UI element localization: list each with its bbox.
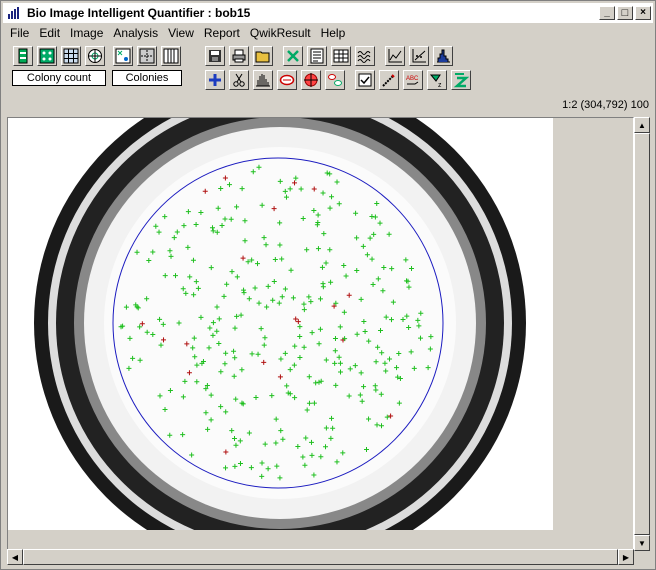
- menu-file[interactable]: File: [5, 26, 34, 40]
- scroll-right-icon: ▶: [622, 552, 630, 562]
- scatter-chart-button[interactable]: [409, 46, 429, 66]
- histogram-icon: [437, 49, 450, 63]
- group-icon: [328, 74, 342, 86]
- sort-down-button[interactable]: z: [427, 70, 447, 90]
- pen-button[interactable]: [379, 70, 399, 90]
- scroll-up-button[interactable]: ▲: [634, 117, 650, 133]
- app-window: Bio Image Intelligent Quantifier : bob15…: [0, 0, 656, 570]
- line-chart-icon: [388, 49, 402, 63]
- ellipse-icon: [279, 74, 295, 86]
- print-button[interactable]: [229, 46, 249, 66]
- menu-view[interactable]: View: [163, 26, 199, 40]
- center-button[interactable]: [301, 70, 321, 90]
- group-button[interactable]: [325, 70, 345, 90]
- menu-edit[interactable]: Edit: [34, 26, 65, 40]
- plate-icon: [18, 48, 28, 64]
- menu-bar: File Edit Image Analysis View Report Qwi…: [5, 24, 350, 42]
- scatter-chart-icon: [412, 49, 426, 63]
- check-button[interactable]: [355, 70, 375, 90]
- close-icon: ×: [640, 7, 646, 18]
- plate-image[interactable]: [8, 118, 553, 550]
- delete-cross-icon: [287, 50, 299, 62]
- checkbox-icon: [358, 73, 372, 87]
- open-button[interactable]: [253, 46, 273, 66]
- text-tool-button[interactable]: ABC: [403, 70, 423, 90]
- horizontal-scrollbar[interactable]: ◀ ▶: [7, 549, 634, 565]
- tool-grid-button[interactable]: [61, 46, 81, 66]
- region-icon: [139, 48, 155, 64]
- profile-button[interactable]: [253, 70, 273, 90]
- scroll-left-icon: ◀: [11, 552, 19, 562]
- minimize-icon: _: [604, 7, 610, 18]
- maximize-button[interactable]: □: [617, 6, 633, 20]
- maximize-icon: □: [621, 6, 629, 19]
- tool-region-button[interactable]: [137, 46, 157, 66]
- petri-dish-image[interactable]: [8, 118, 553, 550]
- title-bar: Bio Image Intelligent Quantifier : bob15…: [3, 3, 653, 23]
- colony-count-label[interactable]: Colony count: [12, 70, 106, 86]
- save-button[interactable]: [205, 46, 225, 66]
- ellipse-button[interactable]: [277, 70, 297, 90]
- crosshair-icon: [304, 73, 318, 87]
- report-icon: [310, 48, 324, 64]
- wave-button[interactable]: [355, 46, 375, 66]
- scroll-down-button[interactable]: ▼: [634, 535, 650, 551]
- wave-icon: [357, 51, 371, 63]
- minimize-button[interactable]: _: [599, 6, 615, 20]
- histogram-button[interactable]: [433, 46, 453, 66]
- open-folder-icon: [255, 51, 270, 63]
- plus-icon: [209, 74, 221, 86]
- sort-z-button[interactable]: [451, 70, 471, 90]
- grid-dots-icon: [39, 48, 55, 64]
- menu-analysis[interactable]: Analysis: [108, 26, 163, 40]
- table-button[interactable]: [331, 46, 351, 66]
- tool-target-button[interactable]: [85, 46, 105, 66]
- delete-colony-button[interactable]: [283, 46, 303, 66]
- dish-agar-center: [104, 147, 456, 499]
- menu-qwikresult[interactable]: QwikResult: [245, 26, 316, 40]
- menu-report[interactable]: Report: [199, 26, 245, 40]
- pen-icon: [382, 74, 395, 87]
- scroll-down-icon: ▼: [638, 538, 646, 548]
- scissors-icon: [233, 73, 245, 87]
- save-icon: [209, 50, 221, 62]
- tool-count-button[interactable]: [113, 46, 133, 66]
- cut-button[interactable]: [229, 70, 249, 90]
- tool-plate-button[interactable]: [13, 46, 33, 66]
- zoom-coordinate-readout: 1:2 (304,792) 100: [562, 99, 649, 111]
- app-logo-icon: [7, 6, 21, 20]
- colony-count-icon: [115, 48, 131, 64]
- profile-icon: [256, 74, 270, 87]
- menu-image[interactable]: Image: [65, 26, 108, 40]
- scroll-left-button[interactable]: ◀: [7, 549, 23, 565]
- svg-text:ABC: ABC: [406, 76, 419, 82]
- text-abc-icon: ABC: [406, 76, 419, 85]
- window-title: Bio Image Intelligent Quantifier : bob15: [27, 6, 251, 20]
- line-chart-button[interactable]: [385, 46, 405, 66]
- report-button[interactable]: [307, 46, 327, 66]
- sort-down-icon: z: [429, 74, 442, 88]
- vertical-scrollbar[interactable]: ▲ ▼: [634, 117, 650, 551]
- add-colony-button[interactable]: [205, 70, 225, 90]
- close-button[interactable]: ×: [635, 6, 651, 20]
- print-icon: [232, 49, 246, 63]
- vertical-scroll-thumb[interactable]: [634, 133, 650, 535]
- grid-icon: [63, 48, 79, 64]
- scroll-right-button[interactable]: ▶: [618, 549, 634, 565]
- sort-z-icon: [453, 73, 469, 88]
- svg-text:z: z: [438, 82, 442, 88]
- colonies-label[interactable]: Colonies: [112, 70, 182, 86]
- image-viewport[interactable]: [7, 117, 634, 551]
- tool-columns-button[interactable]: [161, 46, 181, 66]
- columns-icon: [163, 48, 179, 64]
- tool-grid-dots-button[interactable]: [37, 46, 57, 66]
- target-icon: [88, 49, 102, 63]
- horizontal-scroll-thumb[interactable]: [23, 549, 618, 565]
- menu-help[interactable]: Help: [316, 26, 351, 40]
- table-icon: [333, 49, 349, 63]
- scroll-up-icon: ▲: [638, 120, 646, 130]
